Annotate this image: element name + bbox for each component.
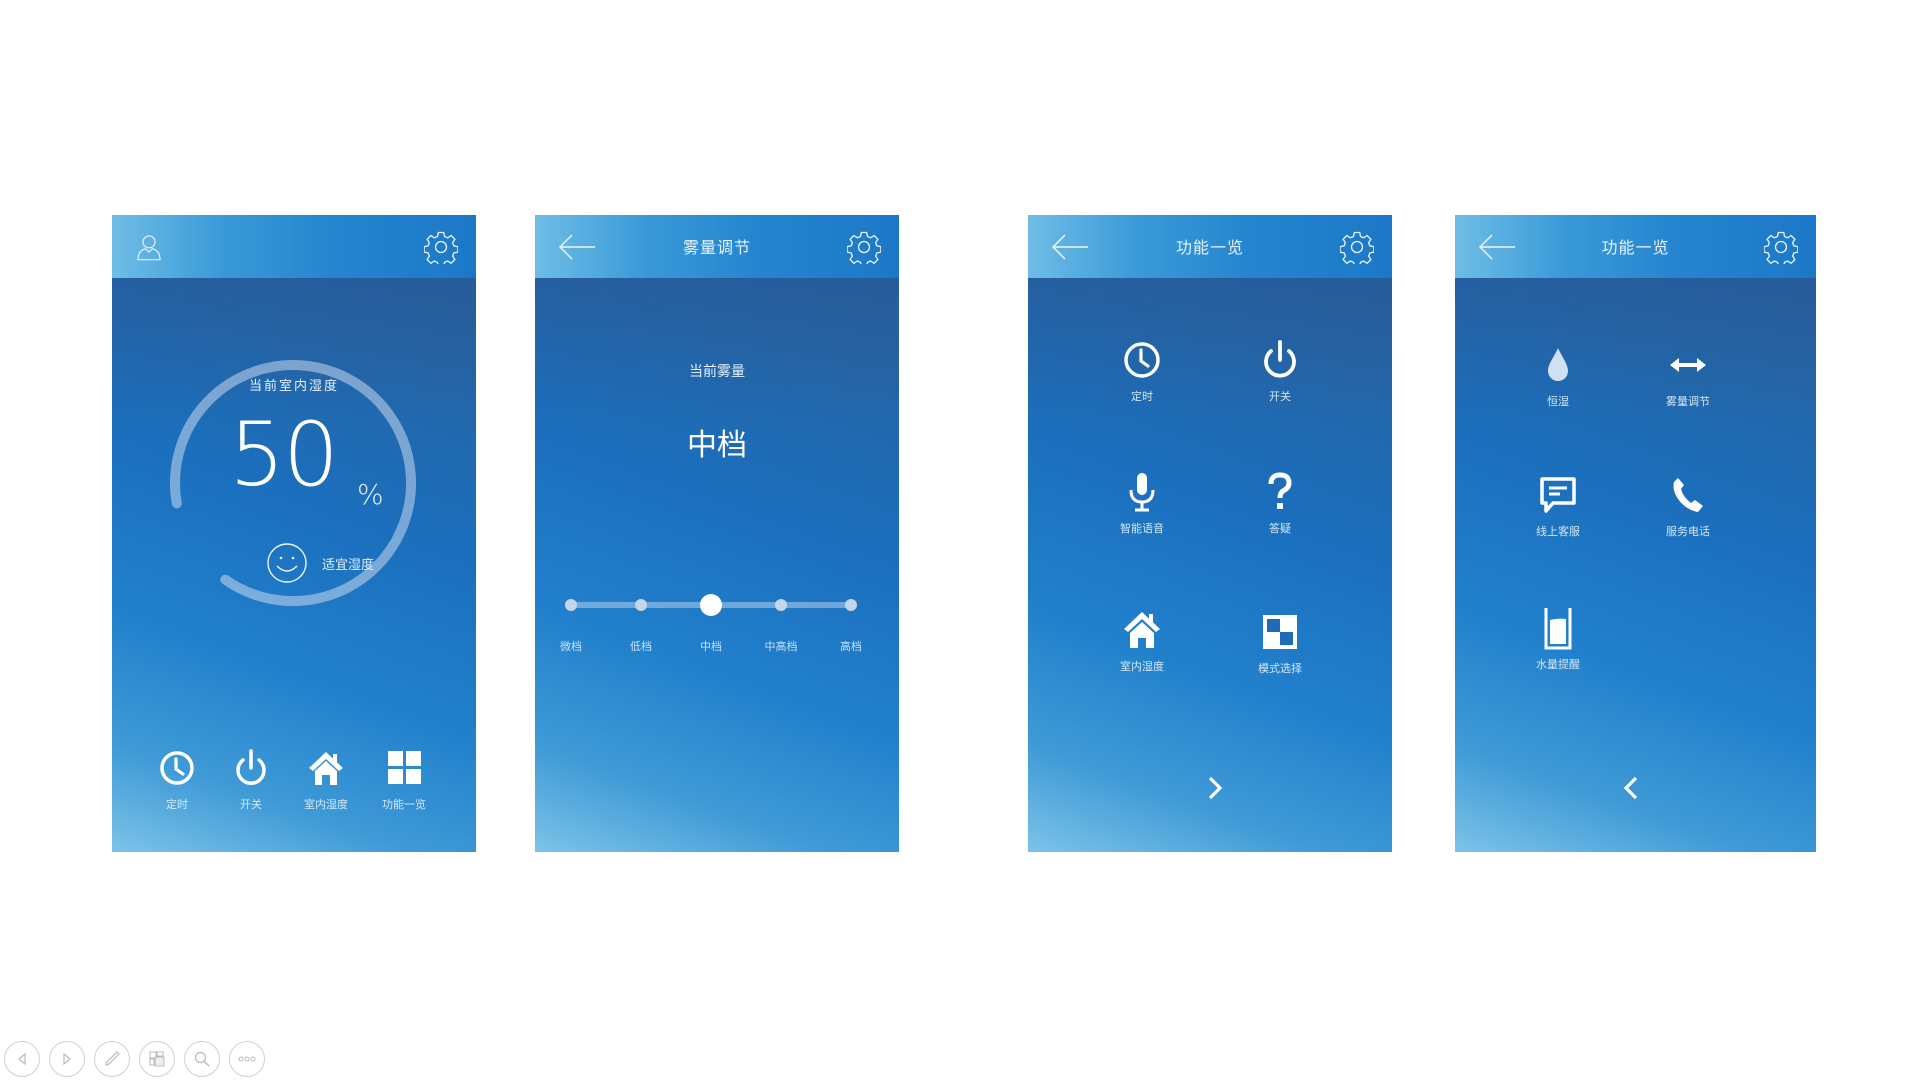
slider-stop[interactable] <box>845 599 857 611</box>
nav-label: 功能一览 <box>382 798 426 811</box>
slider-level-label[interactable]: 低档 <box>611 638 671 654</box>
feature-label: 线上客服 <box>1536 525 1580 538</box>
mist-level-slider[interactable] <box>565 594 857 616</box>
feature-timer[interactable]: 定时 <box>1087 338 1197 404</box>
gear-icon[interactable] <box>847 230 881 264</box>
nav-item-indoor-humidity[interactable]: 室内湿度 <box>289 748 363 812</box>
water-drop-icon <box>1548 348 1568 381</box>
feature-faq[interactable]: 答疑 <box>1225 470 1335 536</box>
pen-icon <box>105 1051 120 1066</box>
power-icon <box>236 749 266 785</box>
home-icon <box>1124 612 1160 648</box>
feature-label: 开关 <box>1269 390 1291 403</box>
feature-label: 答疑 <box>1269 522 1291 535</box>
water-glass-icon <box>1544 608 1572 650</box>
feature-indoor-humidity[interactable]: 室内湿度 <box>1087 608 1197 674</box>
gear-icon[interactable] <box>1340 230 1374 264</box>
magnifier-icon <box>194 1051 210 1067</box>
home-content: 当前室内湿度 50 % 适宜湿度 定时 开关 室内湿度 功能一览 <box>112 278 476 852</box>
header: 功能一览 <box>1455 215 1816 278</box>
mode-icon <box>1263 615 1297 649</box>
more-icon <box>238 1056 256 1062</box>
feature-label: 服务电话 <box>1666 525 1710 538</box>
slides-overview-button[interactable] <box>139 1041 175 1077</box>
page-title: 功能一览 <box>1175 238 1244 257</box>
gear-icon[interactable] <box>424 230 458 264</box>
mist-content: 当前雾量 中档 微档 低档 中档 中高档 高档 <box>535 278 899 852</box>
screen-home: 当前室内湿度 50 % 适宜湿度 定时 开关 室内湿度 功能一览 <box>112 215 476 852</box>
feature-mist-adjust[interactable]: 雾量调节 <box>1633 343 1743 409</box>
slider-level-label[interactable]: 中高档 <box>751 638 811 654</box>
humidity-status: 适宜湿度 <box>322 558 375 573</box>
slides-icon <box>149 1051 165 1067</box>
nav-label: 定时 <box>166 798 188 811</box>
chevron-right-icon[interactable] <box>1200 768 1230 808</box>
clock-icon <box>1124 342 1160 378</box>
feature-label: 恒湿 <box>1547 395 1569 408</box>
humidity-value: 50 <box>229 403 339 506</box>
current-mist-label: 当前雾量 <box>689 364 745 380</box>
user-icon[interactable] <box>132 230 166 264</box>
feature-service-phone[interactable]: 服务电话 <box>1633 473 1743 539</box>
question-icon <box>1268 472 1292 509</box>
header <box>112 215 476 278</box>
feature-water-reminder[interactable]: 水量提醒 <box>1503 606 1613 672</box>
microphone-icon <box>1129 473 1155 512</box>
page-title: 功能一览 <box>1601 238 1670 257</box>
zoom-button[interactable] <box>184 1041 220 1077</box>
feature-power[interactable]: 开关 <box>1225 338 1335 404</box>
pen-button[interactable] <box>94 1041 130 1077</box>
feature-constant-humidity[interactable]: 恒湿 <box>1503 343 1613 409</box>
power-icon <box>1264 340 1296 378</box>
double-arrow-icon <box>1670 358 1706 372</box>
screen-features-page-1: 功能一览 定时 开关 智能语音 答疑 室内湿度 模式选择 <box>1028 215 1392 852</box>
grid-icon <box>388 751 421 784</box>
triangle-right-icon <box>63 1052 71 1066</box>
header: 雾量调节 <box>535 215 899 278</box>
feature-label: 定时 <box>1131 390 1153 403</box>
feature-label: 模式选择 <box>1258 662 1302 675</box>
page-title: 雾量调节 <box>682 238 751 257</box>
more-options-button[interactable] <box>229 1041 265 1077</box>
slider-level-label[interactable]: 微档 <box>541 638 601 654</box>
screen-features-page-2: 功能一览 恒湿 雾量调节 线上客服 服务电话 水量提醒 <box>1455 215 1816 852</box>
feature-mode-select[interactable]: 模式选择 <box>1225 610 1335 676</box>
humidity-unit: % <box>357 478 384 511</box>
gear-icon[interactable] <box>1764 230 1798 264</box>
feature-online-support[interactable]: 线上客服 <box>1503 473 1613 539</box>
slider-level-label[interactable]: 高档 <box>821 638 881 654</box>
slider-stop[interactable] <box>635 599 647 611</box>
chat-icon <box>1540 477 1576 513</box>
presentation-toolbar <box>4 1041 265 1077</box>
clock-icon <box>160 751 194 785</box>
nav-label: 开关 <box>240 798 262 811</box>
feature-label: 智能语音 <box>1120 522 1164 535</box>
nav-item-timer[interactable]: 定时 <box>140 748 214 812</box>
nav-item-power[interactable]: 开关 <box>214 748 288 812</box>
slider-thumb[interactable] <box>700 594 722 616</box>
feature-label: 雾量调节 <box>1666 395 1710 408</box>
feature-voice[interactable]: 智能语音 <box>1087 470 1197 536</box>
nav-label: 室内湿度 <box>304 798 348 811</box>
humidity-title: 当前室内湿度 <box>248 379 339 394</box>
current-mist-value: 中档 <box>687 428 747 463</box>
phone-icon <box>1673 478 1703 512</box>
screen-mist-adjust: 雾量调节 当前雾量 中档 微档 低档 中档 中高档 高档 <box>535 215 899 852</box>
chevron-left-icon[interactable] <box>1616 768 1646 808</box>
nav-item-features[interactable]: 功能一览 <box>367 748 441 812</box>
features-grid: 恒湿 雾量调节 线上客服 服务电话 水量提醒 <box>1455 278 1816 852</box>
slider-stop[interactable] <box>565 599 577 611</box>
slider-level-label[interactable]: 中档 <box>681 638 741 654</box>
triangle-left-icon <box>18 1052 26 1066</box>
features-grid: 定时 开关 智能语音 答疑 室内湿度 模式选择 <box>1028 278 1392 852</box>
feature-label: 室内湿度 <box>1120 660 1164 673</box>
feature-label: 水量提醒 <box>1536 658 1580 671</box>
smiley-icon <box>267 543 307 583</box>
next-slide-button[interactable] <box>49 1041 85 1077</box>
home-icon <box>309 752 343 785</box>
previous-slide-button[interactable] <box>4 1041 40 1077</box>
header: 功能一览 <box>1028 215 1392 278</box>
slider-stop[interactable] <box>775 599 787 611</box>
